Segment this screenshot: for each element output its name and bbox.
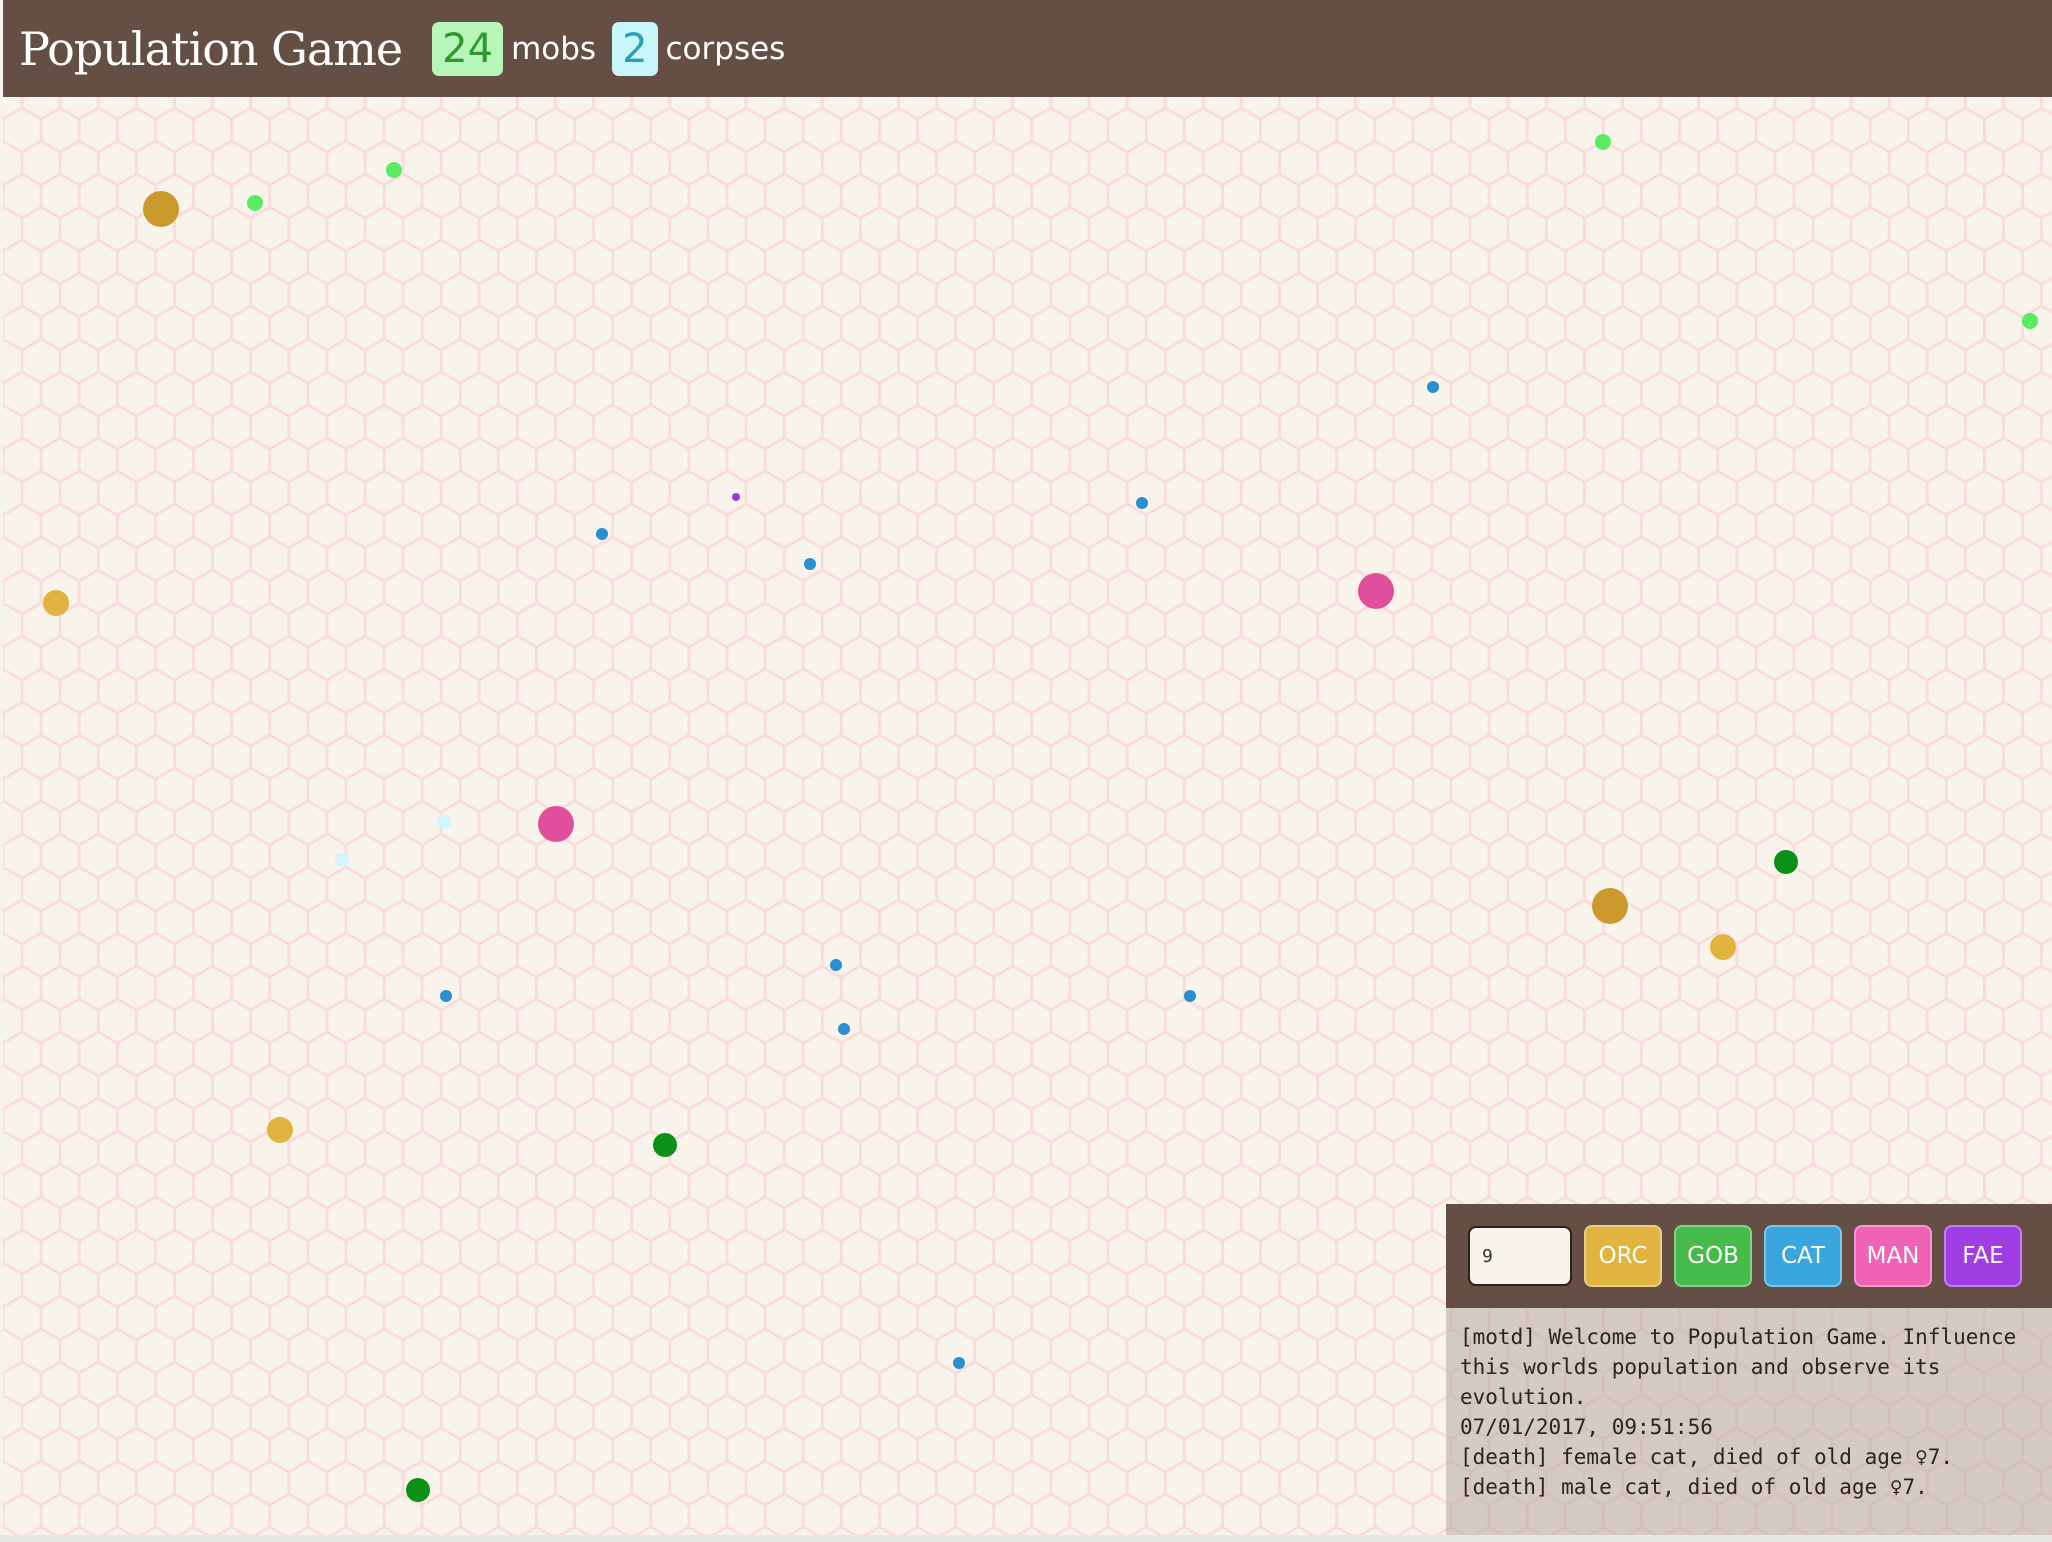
spawn-fae-button[interactable]: FAE	[1944, 1225, 2022, 1287]
mob-cat[interactable]	[1136, 497, 1148, 509]
mob-corpse[interactable]	[437, 815, 451, 829]
spawn-gob-button[interactable]: GOB	[1674, 1225, 1752, 1287]
game-title: Population Game	[19, 21, 403, 76]
mob-orc[interactable]	[1710, 934, 1736, 960]
top-bar: Population Game 24 mobs 2 corpses	[3, 0, 2052, 97]
spawn-man-button[interactable]: MAN	[1854, 1225, 1932, 1287]
mob-gob[interactable]	[2022, 313, 2038, 329]
control-panel: ORC GOB CAT MAN FAE [motd] Welcome to Po…	[1446, 1204, 2052, 1535]
bottom-edge	[0, 1535, 2052, 1542]
log-entry: 07/01/2017, 09:51:56	[1460, 1415, 1713, 1439]
mob-cat[interactable]	[838, 1023, 850, 1035]
mobs-label: mobs	[511, 30, 597, 67]
corpses-count-badge: 2	[612, 21, 658, 76]
mob-gob[interactable]	[386, 162, 402, 178]
mobs-counter: 24 mobs	[432, 21, 597, 76]
mob-orc[interactable]	[267, 1117, 293, 1143]
mob-man[interactable]	[538, 806, 574, 842]
mob-cat[interactable]	[1184, 990, 1196, 1002]
mob-gob[interactable]	[1774, 850, 1798, 874]
mob-cat[interactable]	[440, 990, 452, 1002]
mob-gob[interactable]	[653, 1133, 677, 1157]
mob-corpse[interactable]	[335, 853, 349, 867]
mob-orc[interactable]	[143, 191, 179, 227]
mob-gob[interactable]	[247, 195, 263, 211]
mob-cat[interactable]	[953, 1357, 965, 1369]
log-entry: [motd] Welcome to Population Game. Influ…	[1460, 1325, 2029, 1409]
mob-orc[interactable]	[43, 590, 69, 616]
mob-cat[interactable]	[596, 528, 608, 540]
spawn-orc-button[interactable]: ORC	[1584, 1225, 1662, 1287]
spawn-cat-button[interactable]: CAT	[1764, 1225, 1842, 1287]
log-entry: [death] male cat, died of old age ♀7.	[1460, 1475, 1928, 1499]
event-log: [motd] Welcome to Population Game. Influ…	[1446, 1308, 2052, 1502]
spawn-count-input[interactable]	[1468, 1226, 1572, 1286]
mob-cat[interactable]	[804, 558, 816, 570]
mob-gob[interactable]	[1595, 134, 1611, 150]
mob-man[interactable]	[1358, 573, 1394, 609]
mob-orc[interactable]	[1592, 888, 1628, 924]
mob-cat[interactable]	[830, 959, 842, 971]
mob-gob[interactable]	[406, 1478, 430, 1502]
mob-fae[interactable]	[732, 493, 740, 501]
corpses-label: corpses	[665, 30, 786, 67]
corpses-counter: 2 corpses	[612, 21, 786, 76]
spawn-controls: ORC GOB CAT MAN FAE	[1446, 1204, 2052, 1308]
mob-cat[interactable]	[1427, 381, 1439, 393]
log-entry: [death] female cat, died of old age ♀7.	[1460, 1445, 1954, 1469]
mobs-count-badge: 24	[432, 21, 504, 76]
